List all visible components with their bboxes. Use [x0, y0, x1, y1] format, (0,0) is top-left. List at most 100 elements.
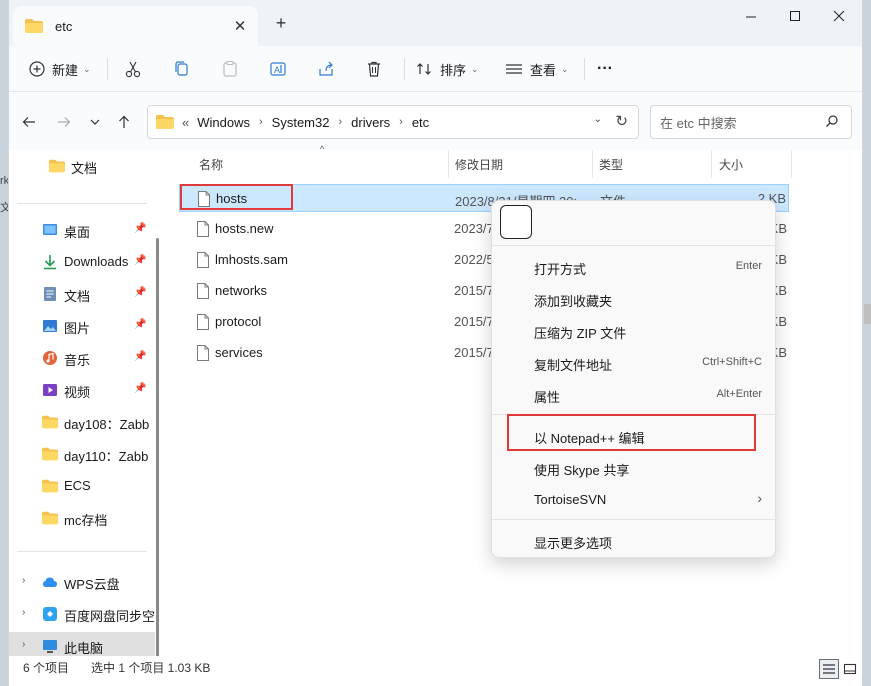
share-button[interactable]	[317, 55, 335, 83]
column-header-modified[interactable]: 修改日期	[455, 150, 595, 178]
background-window-strip	[864, 304, 871, 324]
menu-item-open-with[interactable]: 打开方式 Enter	[492, 251, 777, 283]
cut-button[interactable]	[124, 55, 142, 83]
menu-item-copy-path[interactable]: 复制文件地址 Ctrl+Shift+C	[492, 347, 777, 379]
chevron-right-icon[interactable]: ›	[22, 575, 25, 586]
maximize-icon	[790, 11, 800, 21]
sidebar-item-label: ECS	[64, 478, 91, 493]
folder-icon	[42, 479, 58, 493]
menu-divider	[492, 245, 777, 246]
rename-icon: A	[270, 62, 286, 76]
search-box[interactable]: 在 etc 中搜索	[650, 105, 852, 139]
sidebar-item-videos[interactable]: 视频 📌	[9, 376, 155, 404]
close-window-button[interactable]	[819, 4, 859, 28]
menu-item-compress-zip[interactable]: 压缩为 ZIP 文件	[492, 315, 777, 347]
sidebar-item-label: 视频	[64, 385, 91, 400]
chevron-down-icon: ⌄	[561, 63, 569, 74]
sidebar-item-pictures[interactable]: 图片 📌	[9, 312, 155, 340]
breadcrumb-overflow[interactable]: «	[182, 115, 189, 130]
baidu-icon	[43, 607, 57, 621]
breadcrumb-separator[interactable]: ›	[399, 116, 403, 128]
status-bar: 6 个项目 选中 1 个项目 1.03 KB	[9, 656, 862, 686]
chevron-right-icon[interactable]: ›	[22, 639, 25, 650]
details-view-button[interactable]	[819, 659, 839, 679]
menu-item-label: 打开方式	[534, 262, 587, 277]
breadcrumb-etc[interactable]: etc	[412, 115, 429, 130]
more-options-button[interactable]: ···	[597, 55, 613, 83]
sidebar-scrollbar[interactable]	[155, 150, 161, 686]
sidebar-item-label: 桌面	[64, 225, 91, 240]
folder-icon	[42, 447, 58, 461]
sidebar-item-baidu-sync[interactable]: › 百度网盘同步空	[9, 600, 155, 628]
menu-item-label: 使用 Skype 共享	[534, 463, 630, 478]
delete-button[interactable]	[365, 55, 383, 83]
toolbar-divider	[584, 58, 585, 80]
context-menu-cut-icon-button[interactable]	[500, 205, 532, 239]
file-name: lmhosts.sam	[215, 252, 288, 267]
column-divider[interactable]	[592, 150, 593, 178]
sidebar-item-mc-saves[interactable]: mc存档	[9, 504, 155, 532]
column-divider[interactable]	[791, 150, 792, 178]
chevron-right-icon: ›	[757, 490, 762, 506]
chevron-down-icon: ⌄	[83, 63, 91, 74]
download-icon	[44, 255, 56, 270]
tiles-view-button[interactable]	[840, 659, 860, 679]
sidebar-item-documents[interactable]: 文档 📌	[9, 280, 155, 308]
recent-locations-button[interactable]	[85, 112, 105, 132]
view-button[interactable]: 查看 ⌄	[505, 55, 569, 83]
new-tab-button[interactable]: +	[271, 13, 291, 33]
menu-item-tortoisesvn[interactable]: TortoiseSVN ›	[492, 484, 777, 516]
tab-etc[interactable]: etc ✕	[13, 6, 258, 46]
forward-button[interactable]	[54, 112, 74, 132]
breadcrumb-windows[interactable]: Windows	[197, 115, 250, 130]
column-header-name-label: 名称	[199, 157, 224, 172]
menu-item-share-skype[interactable]: 使用 Skype 共享	[492, 452, 777, 484]
paste-button[interactable]	[221, 55, 239, 83]
minimize-button[interactable]	[731, 4, 771, 28]
sidebar-item-wps-cloud[interactable]: › WPS云盘	[9, 568, 155, 596]
minimize-icon	[746, 16, 756, 18]
sidebar-item-ecs[interactable]: ECS	[9, 472, 155, 500]
copy-button[interactable]	[173, 55, 191, 83]
breadcrumb-separator[interactable]: ›	[259, 116, 263, 128]
menu-item-show-more-options[interactable]: 显示更多选项	[492, 525, 777, 557]
sidebar-item-music[interactable]: 音乐 📌	[9, 344, 155, 372]
column-divider[interactable]	[711, 150, 712, 178]
file-name: protocol	[215, 314, 262, 329]
maximize-button[interactable]	[775, 4, 815, 28]
new-button[interactable]: 新建 ⌄	[29, 55, 91, 83]
column-header-size[interactable]: 大小	[719, 150, 779, 178]
scrollbar-thumb[interactable]	[156, 238, 159, 686]
sidebar-item-label: 文档	[71, 161, 98, 176]
breadcrumb-drivers[interactable]: drivers	[351, 115, 390, 130]
sidebar-item-label: 此电脑	[64, 641, 104, 656]
sidebar-item-label: 百度网盘同步空	[64, 609, 155, 624]
menu-item-add-to-favorites[interactable]: 添加到收藏夹	[492, 283, 777, 315]
breadcrumb-separator[interactable]: ›	[338, 116, 342, 128]
column-divider[interactable]	[448, 150, 449, 178]
scissors-icon	[125, 61, 141, 78]
column-header-name[interactable]: 名称 ^	[199, 144, 449, 178]
refresh-icon[interactable]: ↻	[615, 112, 628, 130]
pin-icon: 📌	[134, 223, 147, 234]
menu-item-properties[interactable]: 属性 Alt+Enter	[492, 379, 777, 411]
address-history-chevron-icon[interactable]: ⌄	[594, 114, 602, 125]
rename-button[interactable]: A	[269, 55, 287, 83]
tab-close-icon[interactable]: ✕	[230, 16, 250, 36]
column-header-modified-label: 修改日期	[455, 157, 504, 172]
sort-button[interactable]: 排序 ⌄	[416, 55, 479, 83]
address-bar[interactable]: « Windows › System32 › drivers › etc ⌄ ↻	[147, 105, 639, 139]
up-button[interactable]	[114, 112, 134, 132]
pin-icon: 📌	[134, 287, 147, 298]
search-icon[interactable]	[825, 114, 839, 128]
column-header-type[interactable]: 类型	[599, 150, 709, 178]
breadcrumb-system32[interactable]: System32	[272, 115, 330, 130]
back-button[interactable]	[19, 112, 39, 132]
chevron-right-icon[interactable]: ›	[22, 607, 25, 618]
sidebar-item-documents-top[interactable]: 文档	[9, 152, 155, 180]
sidebar-item-day108[interactable]: day108：Zabb	[9, 408, 155, 436]
sidebar-item-label: 图片	[64, 321, 91, 336]
sidebar-item-downloads[interactable]: Downloads 📌	[9, 248, 155, 276]
sidebar-item-desktop[interactable]: 桌面 📌	[9, 216, 155, 244]
sidebar-item-day110[interactable]: day110：Zabb	[9, 440, 155, 468]
